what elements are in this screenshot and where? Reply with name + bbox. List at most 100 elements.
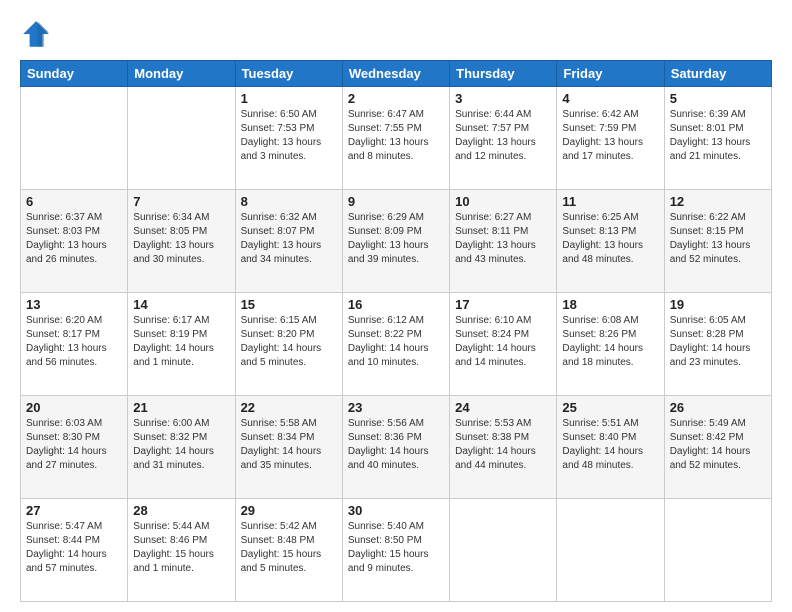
day-cell — [557, 499, 664, 602]
day-number: 12 — [670, 194, 766, 209]
day-cell: 8 Sunrise: 6:32 AM Sunset: 8:07 PM Daylig… — [235, 190, 342, 293]
day-info: Sunrise: 6:37 AM Sunset: 8:03 PM Dayligh… — [26, 211, 122, 267]
weekday-header-sunday: Sunday — [21, 61, 128, 87]
weekday-header-saturday: Saturday — [664, 61, 771, 87]
day-cell: 9 Sunrise: 6:29 AM Sunset: 8:09 PM Daylig… — [342, 190, 449, 293]
day-number: 29 — [241, 503, 337, 518]
day-info: Sunrise: 5:42 AM Sunset: 8:48 PM Dayligh… — [241, 520, 337, 576]
day-cell: 11 Sunrise: 6:25 AM Sunset: 8:13 PM Dayli… — [557, 190, 664, 293]
logo-icon — [20, 18, 52, 50]
day-number: 30 — [348, 503, 444, 518]
day-number: 5 — [670, 91, 766, 106]
day-info: Sunrise: 6:29 AM Sunset: 8:09 PM Dayligh… — [348, 211, 444, 267]
day-info: Sunrise: 6:12 AM Sunset: 8:22 PM Dayligh… — [348, 314, 444, 370]
day-number: 20 — [26, 400, 122, 415]
day-number: 23 — [348, 400, 444, 415]
day-number: 24 — [455, 400, 551, 415]
day-info: Sunrise: 6:22 AM Sunset: 8:15 PM Dayligh… — [670, 211, 766, 267]
day-info: Sunrise: 5:58 AM Sunset: 8:34 PM Dayligh… — [241, 417, 337, 473]
day-cell: 7 Sunrise: 6:34 AM Sunset: 8:05 PM Daylig… — [128, 190, 235, 293]
day-number: 19 — [670, 297, 766, 312]
day-number: 26 — [670, 400, 766, 415]
day-info: Sunrise: 6:47 AM Sunset: 7:55 PM Dayligh… — [348, 108, 444, 164]
day-info: Sunrise: 6:32 AM Sunset: 8:07 PM Dayligh… — [241, 211, 337, 267]
day-number: 1 — [241, 91, 337, 106]
day-number: 16 — [348, 297, 444, 312]
day-cell: 16 Sunrise: 6:12 AM Sunset: 8:22 PM Dayli… — [342, 293, 449, 396]
day-number: 2 — [348, 91, 444, 106]
day-cell: 18Sunrise: 6:08 AM Sunset: 8:26 PM Dayli… — [557, 293, 664, 396]
day-number: 13 — [26, 297, 122, 312]
day-info: Sunrise: 5:51 AM Sunset: 8:40 PM Dayligh… — [562, 417, 658, 473]
day-cell: 13 Sunrise: 6:20 AM Sunset: 8:17 PM Dayli… — [21, 293, 128, 396]
calendar-table: SundayMondayTuesdayWednesdayThursdayFrid… — [20, 60, 772, 602]
day-info: Sunrise: 6:10 AM Sunset: 8:24 PM Dayligh… — [455, 314, 551, 370]
day-cell: 6 Sunrise: 6:37 AM Sunset: 8:03 PM Daylig… — [21, 190, 128, 293]
day-number: 11 — [562, 194, 658, 209]
day-cell: 29 Sunrise: 5:42 AM Sunset: 8:48 PM Dayli… — [235, 499, 342, 602]
day-number: 17 — [455, 297, 551, 312]
week-row-5: 27 Sunrise: 5:47 AM Sunset: 8:44 PM Dayli… — [21, 499, 772, 602]
day-number: 15 — [241, 297, 337, 312]
day-cell: 1Sunrise: 6:50 AM Sunset: 7:53 PM Daylig… — [235, 87, 342, 190]
day-cell — [664, 499, 771, 602]
page: SundayMondayTuesdayWednesdayThursdayFrid… — [0, 0, 792, 612]
day-info: Sunrise: 6:03 AM Sunset: 8:30 PM Dayligh… — [26, 417, 122, 473]
day-cell: 3Sunrise: 6:44 AM Sunset: 7:57 PM Daylig… — [450, 87, 557, 190]
day-cell: 20 Sunrise: 6:03 AM Sunset: 8:30 PM Dayli… — [21, 396, 128, 499]
day-number: 10 — [455, 194, 551, 209]
day-number: 22 — [241, 400, 337, 415]
day-number: 18 — [562, 297, 658, 312]
day-info: Sunrise: 5:40 AM Sunset: 8:50 PM Dayligh… — [348, 520, 444, 576]
day-info: Sunrise: 6:17 AM Sunset: 8:19 PM Dayligh… — [133, 314, 229, 370]
day-cell — [450, 499, 557, 602]
day-cell — [21, 87, 128, 190]
day-info: Sunrise: 5:56 AM Sunset: 8:36 PM Dayligh… — [348, 417, 444, 473]
day-number: 6 — [26, 194, 122, 209]
weekday-header-friday: Friday — [557, 61, 664, 87]
day-info: Sunrise: 6:15 AM Sunset: 8:20 PM Dayligh… — [241, 314, 337, 370]
day-info: Sunrise: 6:34 AM Sunset: 8:05 PM Dayligh… — [133, 211, 229, 267]
week-row-3: 13 Sunrise: 6:20 AM Sunset: 8:17 PM Dayli… — [21, 293, 772, 396]
day-number: 7 — [133, 194, 229, 209]
day-cell: 25 Sunrise: 5:51 AM Sunset: 8:40 PM Dayli… — [557, 396, 664, 499]
day-cell: 14 Sunrise: 6:17 AM Sunset: 8:19 PM Dayli… — [128, 293, 235, 396]
day-number: 14 — [133, 297, 229, 312]
day-info: Sunrise: 6:39 AM Sunset: 8:01 PM Dayligh… — [670, 108, 766, 164]
logo — [20, 18, 56, 50]
day-cell: 27 Sunrise: 5:47 AM Sunset: 8:44 PM Dayli… — [21, 499, 128, 602]
day-cell — [128, 87, 235, 190]
day-number: 4 — [562, 91, 658, 106]
day-info: Sunrise: 5:47 AM Sunset: 8:44 PM Dayligh… — [26, 520, 122, 576]
day-info: Sunrise: 5:49 AM Sunset: 8:42 PM Dayligh… — [670, 417, 766, 473]
day-number: 25 — [562, 400, 658, 415]
day-cell: 17 Sunrise: 6:10 AM Sunset: 8:24 PM Dayli… — [450, 293, 557, 396]
weekday-header-tuesday: Tuesday — [235, 61, 342, 87]
day-info: Sunrise: 6:27 AM Sunset: 8:11 PM Dayligh… — [455, 211, 551, 267]
weekday-header-row: SundayMondayTuesdayWednesdayThursdayFrid… — [21, 61, 772, 87]
day-number: 27 — [26, 503, 122, 518]
week-row-1: 1Sunrise: 6:50 AM Sunset: 7:53 PM Daylig… — [21, 87, 772, 190]
day-info: Sunrise: 6:20 AM Sunset: 8:17 PM Dayligh… — [26, 314, 122, 370]
weekday-header-monday: Monday — [128, 61, 235, 87]
day-cell: 2 Sunrise: 6:47 AM Sunset: 7:55 PM Daylig… — [342, 87, 449, 190]
day-cell: 5 Sunrise: 6:39 AM Sunset: 8:01 PM Daylig… — [664, 87, 771, 190]
week-row-2: 6 Sunrise: 6:37 AM Sunset: 8:03 PM Daylig… — [21, 190, 772, 293]
day-info: Sunrise: 5:44 AM Sunset: 8:46 PM Dayligh… — [133, 520, 229, 576]
day-cell: 19Sunrise: 6:05 AM Sunset: 8:28 PM Dayli… — [664, 293, 771, 396]
day-cell: 10 Sunrise: 6:27 AM Sunset: 8:11 PM Dayli… — [450, 190, 557, 293]
day-info: Sunrise: 6:42 AM Sunset: 7:59 PM Dayligh… — [562, 108, 658, 164]
day-number: 8 — [241, 194, 337, 209]
day-cell: 24 Sunrise: 5:53 AM Sunset: 8:38 PM Dayli… — [450, 396, 557, 499]
week-row-4: 20 Sunrise: 6:03 AM Sunset: 8:30 PM Dayli… — [21, 396, 772, 499]
day-info: Sunrise: 5:53 AM Sunset: 8:38 PM Dayligh… — [455, 417, 551, 473]
day-cell: 23 Sunrise: 5:56 AM Sunset: 8:36 PM Dayli… — [342, 396, 449, 499]
day-info: Sunrise: 6:44 AM Sunset: 7:57 PM Dayligh… — [455, 108, 551, 164]
day-info: Sunrise: 6:25 AM Sunset: 8:13 PM Dayligh… — [562, 211, 658, 267]
day-number: 9 — [348, 194, 444, 209]
day-number: 28 — [133, 503, 229, 518]
day-cell: 12 Sunrise: 6:22 AM Sunset: 8:15 PM Dayli… — [664, 190, 771, 293]
weekday-header-thursday: Thursday — [450, 61, 557, 87]
day-cell: 28 Sunrise: 5:44 AM Sunset: 8:46 PM Dayli… — [128, 499, 235, 602]
day-cell: 21Sunrise: 6:00 AM Sunset: 8:32 PM Dayli… — [128, 396, 235, 499]
